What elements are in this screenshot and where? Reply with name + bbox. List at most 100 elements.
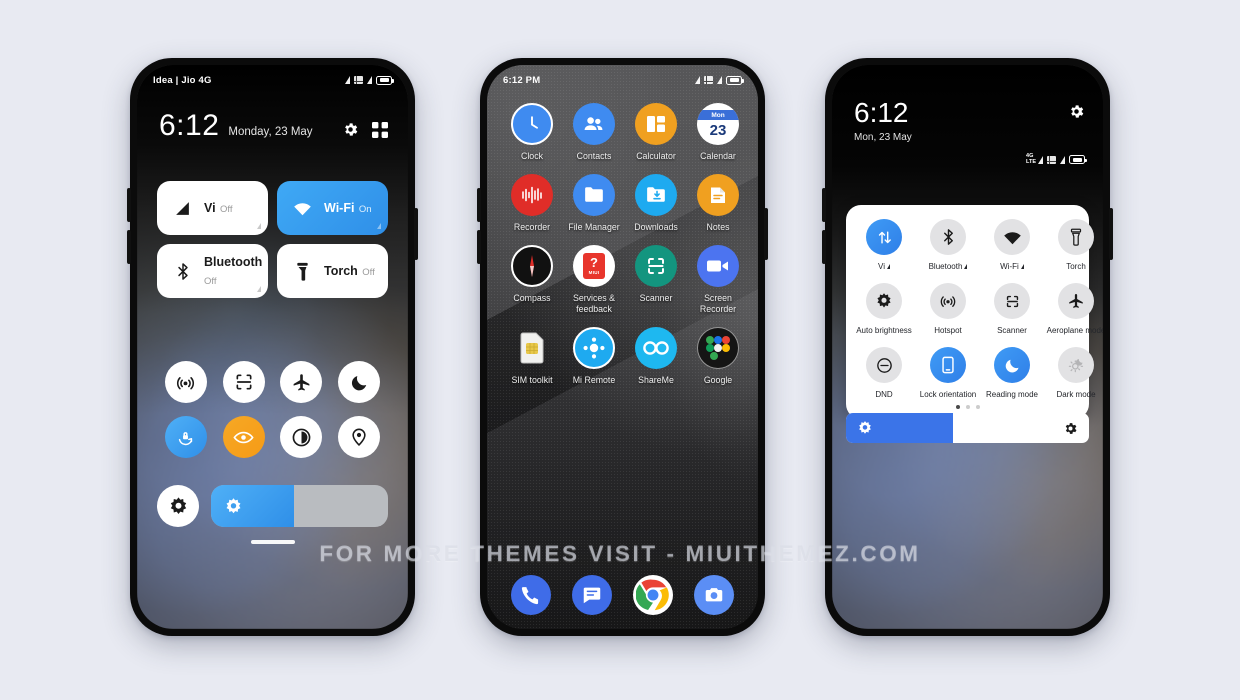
qs-tile-bluetooth[interactable]: Bluetooth bbox=[916, 219, 980, 271]
app-mi-remote[interactable]: Mi Remote bbox=[563, 326, 625, 386]
home-indicator[interactable] bbox=[250, 540, 295, 544]
tile-bluetooth[interactable]: Bluetooth Off bbox=[157, 244, 268, 298]
qs-label: Reading mode bbox=[985, 390, 1039, 399]
lock-orientation-icon bbox=[930, 347, 966, 383]
app-google-folder[interactable]: Google bbox=[687, 326, 749, 386]
brightness-slider[interactable] bbox=[846, 413, 1089, 443]
tile-location[interactable] bbox=[338, 416, 381, 458]
services-feedback-icon: ? MIUI bbox=[573, 244, 615, 287]
shareme-icon bbox=[635, 326, 677, 369]
calculator-icon bbox=[635, 103, 677, 145]
app-clock[interactable]: Clock bbox=[501, 103, 563, 162]
app-label: Clock bbox=[521, 151, 543, 161]
qs-row-1: Vi Bluetooth Wi-Fi Torch bbox=[852, 219, 1094, 271]
volume-up-button[interactable] bbox=[477, 188, 481, 222]
tile-dnd-moon[interactable] bbox=[338, 361, 381, 403]
power-button[interactable] bbox=[764, 208, 768, 260]
expand-corner-icon[interactable] bbox=[377, 223, 381, 229]
gear-icon[interactable] bbox=[342, 121, 359, 138]
app-label: Recorder bbox=[513, 221, 551, 232]
camera-icon[interactable] bbox=[693, 575, 734, 615]
power-button[interactable] bbox=[414, 208, 418, 260]
qs-label: Vi bbox=[878, 262, 890, 271]
qs-tile-auto-brightness[interactable]: Auto brightness bbox=[852, 283, 916, 335]
brightness-settings-icon[interactable] bbox=[1063, 421, 1078, 436]
page-dot-2[interactable] bbox=[965, 405, 970, 409]
signal-icon-2 bbox=[367, 76, 372, 84]
brightness-row bbox=[157, 485, 388, 527]
qs-tile-vi[interactable]: Vi bbox=[852, 219, 916, 271]
app-recorder[interactable]: Recorder bbox=[501, 173, 563, 233]
notes-icon bbox=[697, 173, 739, 216]
app-shareme[interactable]: ShareMe bbox=[625, 326, 687, 386]
app-calendar[interactable]: Mon 23 Calendar bbox=[687, 103, 749, 162]
qs-tile-dark-mode[interactable]: Dark mode bbox=[1044, 347, 1103, 399]
app-notes[interactable]: Notes bbox=[687, 173, 749, 233]
big-tile-grid: Vi Off Wi-Fi On Bluetooth Off Torch Off bbox=[157, 181, 388, 298]
volume-up-button[interactable] bbox=[127, 188, 131, 222]
hotspot-icon bbox=[930, 283, 966, 319]
qs-tile-torch[interactable]: Torch bbox=[1044, 219, 1103, 271]
tile-hotspot[interactable] bbox=[164, 361, 207, 403]
wifi-icon bbox=[994, 219, 1030, 255]
messages-icon[interactable] bbox=[572, 575, 613, 615]
expand-corner-icon[interactable] bbox=[257, 223, 261, 229]
qs-label: DND bbox=[875, 390, 893, 399]
app-compass[interactable]: Compass bbox=[501, 244, 563, 315]
power-button[interactable] bbox=[1109, 208, 1113, 260]
tile-vi[interactable]: Vi Off bbox=[157, 181, 268, 235]
app-label: Compass bbox=[513, 292, 551, 303]
calendar-icon: Mon 23 bbox=[697, 103, 739, 145]
qs-tile-dnd[interactable]: DND bbox=[852, 347, 916, 399]
phone1-screen: Idea | Jio 4G 6:12 Monday, 23 May Vi Off… bbox=[137, 65, 408, 629]
signal-icon-2 bbox=[717, 76, 722, 84]
app-row-4: SIM toolkit Mi Remote ShareMe Google bbox=[501, 326, 744, 386]
volume-down-button[interactable] bbox=[477, 230, 481, 264]
expand-corner-icon[interactable] bbox=[257, 286, 261, 292]
app-services-feedback[interactable]: ? MIUI Services & feedback bbox=[563, 244, 625, 315]
add-tiles-icon[interactable] bbox=[372, 119, 388, 138]
circle-tile-grid bbox=[157, 361, 388, 471]
app-contacts[interactable]: Contacts bbox=[563, 103, 625, 162]
phone-icon[interactable] bbox=[511, 575, 552, 615]
wallpaper-dim-overlay bbox=[137, 65, 408, 629]
tile-auto-brightness[interactable] bbox=[157, 485, 199, 527]
qs-tile-hotspot[interactable]: Hotspot bbox=[916, 283, 980, 335]
tile-label: Vi bbox=[204, 201, 216, 215]
tile-scanner[interactable] bbox=[222, 361, 265, 403]
qs-tile-aeroplane[interactable]: Aeroplane mode bbox=[1044, 283, 1103, 335]
tile-torch[interactable]: Torch Off bbox=[277, 244, 388, 298]
app-row-1: Clock Contacts Calculator Mon 23 Calenda… bbox=[501, 103, 744, 162]
gear-icon[interactable] bbox=[1068, 103, 1085, 125]
status-bar: Idea | Jio 4G bbox=[137, 65, 408, 95]
qs-tile-scanner[interactable]: Scanner bbox=[980, 283, 1044, 335]
brightness-slider[interactable] bbox=[211, 485, 388, 527]
tile-aeroplane[interactable] bbox=[280, 361, 323, 403]
downloads-icon bbox=[635, 173, 677, 216]
page-dot-3[interactable] bbox=[975, 405, 980, 409]
app-file-manager[interactable]: File Manager bbox=[563, 173, 625, 233]
page-dot-1[interactable] bbox=[955, 405, 960, 409]
app-screen-recorder[interactable]: Screen Recorder bbox=[687, 244, 749, 315]
app-scanner[interactable]: Scanner bbox=[625, 244, 687, 315]
chrome-icon[interactable] bbox=[632, 575, 673, 615]
tile-reading-mode[interactable] bbox=[222, 416, 265, 458]
qs-tile-wifi[interactable]: Wi-Fi bbox=[980, 219, 1044, 271]
tile-wifi[interactable]: Wi-Fi On bbox=[277, 181, 388, 235]
tile-dark-mode[interactable] bbox=[280, 416, 323, 458]
qs-tile-lock-orientation[interactable]: Lock orientation bbox=[916, 347, 980, 399]
qs-row-3: DND Lock orientation Reading mode Dark m… bbox=[852, 347, 1096, 399]
app-label: Google bbox=[703, 374, 733, 385]
app-calculator[interactable]: Calculator bbox=[625, 103, 687, 162]
signal-icon-2 bbox=[1060, 155, 1065, 164]
volume-up-button[interactable] bbox=[822, 188, 826, 222]
qs-label: Aeroplane mode bbox=[1046, 326, 1103, 335]
qs-tile-reading-mode[interactable]: Reading mode bbox=[980, 347, 1044, 399]
status-time: 6:12 PM bbox=[503, 74, 541, 86]
volume-down-button[interactable] bbox=[822, 230, 826, 264]
status-icons bbox=[345, 75, 394, 85]
app-sim-toolkit[interactable]: SIM toolkit bbox=[501, 327, 563, 386]
tile-lock-orientation[interactable] bbox=[164, 416, 207, 458]
volume-down-button[interactable] bbox=[127, 230, 131, 264]
app-downloads[interactable]: Downloads bbox=[625, 173, 687, 233]
